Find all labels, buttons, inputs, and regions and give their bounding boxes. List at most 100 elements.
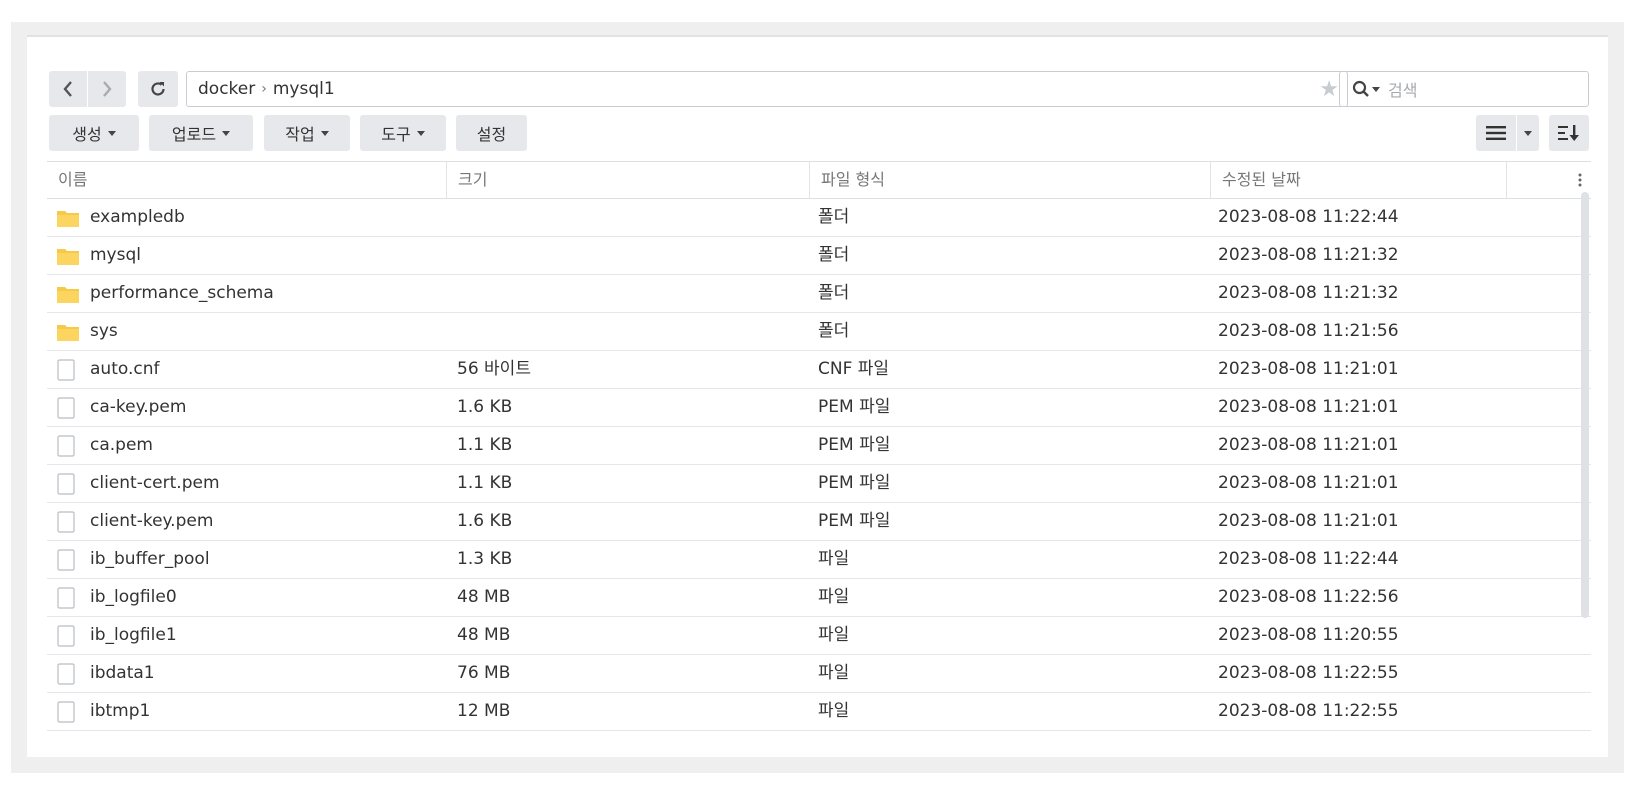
file-modified: 2023-08-08 11:22:56: [1218, 587, 1399, 607]
file-name[interactable]: ib_logfile1: [90, 617, 177, 654]
file-name[interactable]: ca.pem: [90, 427, 153, 464]
chevron-left-icon: [63, 81, 72, 97]
table-row[interactable]: client-cert.pem 1.1 KB PEM 파일 2023-08-08 11…: [47, 465, 1591, 503]
file-name[interactable]: ca-key.pem: [90, 389, 186, 426]
file-name[interactable]: ibtmp1: [90, 693, 150, 730]
path-segment-root[interactable]: docker: [198, 79, 255, 99]
file-icon: [57, 541, 79, 578]
table-row[interactable]: ib_logfile0 48 MB 파일 2023-08-08 11:22:56: [47, 579, 1591, 617]
file-modified: 2023-08-08 11:21:01: [1218, 473, 1399, 493]
file-type: PEM 파일: [818, 397, 891, 417]
file-modified: 2023-08-08 11:22:55: [1218, 701, 1399, 721]
file-modified: 2023-08-08 11:21:32: [1218, 245, 1399, 265]
create-button[interactable]: 생성: [49, 115, 139, 151]
table-row[interactable]: ib_buffer_pool 1.3 KB 파일 2023-08-08 11:22:4…: [47, 541, 1591, 579]
file-name[interactable]: mysql: [90, 237, 141, 274]
folder-icon: [57, 199, 79, 236]
view-mode-dropdown[interactable]: [1517, 115, 1539, 151]
table-row[interactable]: ca.pem 1.1 KB PEM 파일 2023-08-08 11:21:01: [47, 427, 1591, 465]
folder-icon: [57, 313, 79, 350]
file-name[interactable]: ib_logfile0: [90, 579, 177, 616]
table-row[interactable]: mysql 폴더 2023-08-08 11:21:32: [47, 237, 1591, 275]
file-name[interactable]: exampledb: [90, 199, 185, 236]
file-list: 이름 크기 파일 형식 수정된 날짜 exampledb 폴더 2023-08-08…: [47, 161, 1591, 731]
file-icon: [57, 579, 79, 616]
table-row[interactable]: ca-key.pem 1.6 KB PEM 파일 2023-08-08 11:21:0…: [47, 389, 1591, 427]
column-header-modified[interactable]: 수정된 날짜: [1211, 162, 1507, 198]
column-header-name[interactable]: 이름: [47, 162, 447, 198]
file-size: 1.6 KB: [457, 397, 513, 417]
folder-icon: [57, 275, 79, 312]
file-modified: 2023-08-08 11:22:55: [1218, 663, 1399, 683]
chevron-down-icon: [320, 130, 329, 136]
back-button[interactable]: [49, 71, 87, 107]
favorite-star-icon[interactable]: ★: [1319, 77, 1339, 102]
file-icon: [57, 655, 79, 692]
path-bar[interactable]: docker › mysql1 ★: [186, 71, 1348, 107]
table-row[interactable]: ib_logfile1 48 MB 파일 2023-08-08 11:20:55: [47, 617, 1591, 655]
file-modified: 2023-08-08 11:21:56: [1218, 321, 1399, 341]
table-row[interactable]: exampledb 폴더 2023-08-08 11:22:44: [47, 199, 1591, 237]
file-icon: [57, 503, 79, 540]
file-size: 1.1 KB: [457, 473, 513, 493]
file-name[interactable]: ibdata1: [90, 655, 155, 692]
file-modified: 2023-08-08 11:21:32: [1218, 283, 1399, 303]
create-label: 생성: [72, 125, 102, 144]
column-header-size[interactable]: 크기: [447, 162, 810, 198]
file-modified: 2023-08-08 11:21:01: [1218, 435, 1399, 455]
table-row[interactable]: performance_schema 폴더 2023-08-08 11:21:32: [47, 275, 1591, 313]
file-modified: 2023-08-08 11:21:01: [1218, 397, 1399, 417]
column-header-type[interactable]: 파일 형식: [810, 162, 1211, 198]
table-row[interactable]: ibdata1 76 MB 파일 2023-08-08 11:22:55: [47, 655, 1591, 693]
file-name[interactable]: client-cert.pem: [90, 465, 220, 502]
table-row[interactable]: client-key.pem 1.6 KB PEM 파일 2023-08-08 11:…: [47, 503, 1591, 541]
file-type: 파일: [818, 701, 850, 721]
file-modified: 2023-08-08 11:20:55: [1218, 625, 1399, 645]
path-segment-current[interactable]: mysql1: [273, 79, 335, 99]
file-name[interactable]: sys: [90, 313, 118, 350]
table-row[interactable]: ibtmp1 12 MB 파일 2023-08-08 11:22:55: [47, 693, 1591, 731]
settings-button[interactable]: 설정: [456, 115, 527, 151]
tools-button[interactable]: 도구: [360, 115, 446, 151]
file-rows: exampledb 폴더 2023-08-08 11:22:44 mysql 폴더 202…: [47, 199, 1591, 731]
file-modified: 2023-08-08 11:21:01: [1218, 359, 1399, 379]
file-type: 파일: [818, 549, 850, 569]
chevron-down-icon: [107, 130, 116, 136]
table-row[interactable]: auto.cnf 56 바이트 CNF 파일 2023-08-08 11:21:01: [47, 351, 1591, 389]
vertical-scrollbar[interactable]: [1581, 192, 1589, 618]
file-size: 48 MB: [457, 587, 511, 607]
file-size: 76 MB: [457, 663, 511, 683]
table-row[interactable]: sys 폴더 2023-08-08 11:21:56: [47, 313, 1591, 351]
file-type: 파일: [818, 587, 850, 607]
file-icon: [57, 617, 79, 654]
chevron-down-icon: [1524, 130, 1532, 136]
tools-label: 도구: [381, 125, 411, 144]
file-icon: [57, 389, 79, 426]
file-name[interactable]: performance_schema: [90, 275, 274, 312]
action-label: 작업: [285, 125, 315, 144]
file-icon: [57, 465, 79, 502]
chevron-right-icon: [103, 81, 112, 97]
forward-button[interactable]: [88, 71, 126, 107]
upload-label: 업로드: [171, 125, 217, 144]
file-icon: [57, 693, 79, 730]
file-size: 48 MB: [457, 625, 511, 645]
file-modified: 2023-08-08 11:22:44: [1218, 549, 1399, 569]
file-type: 폴더: [818, 283, 850, 303]
search-input[interactable]: 검색: [1339, 71, 1589, 107]
file-size: 1.3 KB: [457, 549, 513, 569]
action-button[interactable]: 작업: [264, 115, 350, 151]
sort-button[interactable]: [1549, 115, 1589, 151]
upload-button[interactable]: 업로드: [149, 115, 253, 151]
settings-label: 설정: [476, 125, 507, 144]
file-icon: [57, 351, 79, 388]
file-type: 파일: [818, 625, 850, 645]
refresh-button[interactable]: [138, 71, 178, 107]
file-size: 12 MB: [457, 701, 511, 721]
file-name[interactable]: client-key.pem: [90, 503, 213, 540]
file-size: 1.1 KB: [457, 435, 513, 455]
view-mode-button[interactable]: [1476, 115, 1516, 151]
chevron-down-icon: [1372, 86, 1380, 92]
file-name[interactable]: ib_buffer_pool: [90, 541, 210, 578]
file-name[interactable]: auto.cnf: [90, 351, 159, 388]
